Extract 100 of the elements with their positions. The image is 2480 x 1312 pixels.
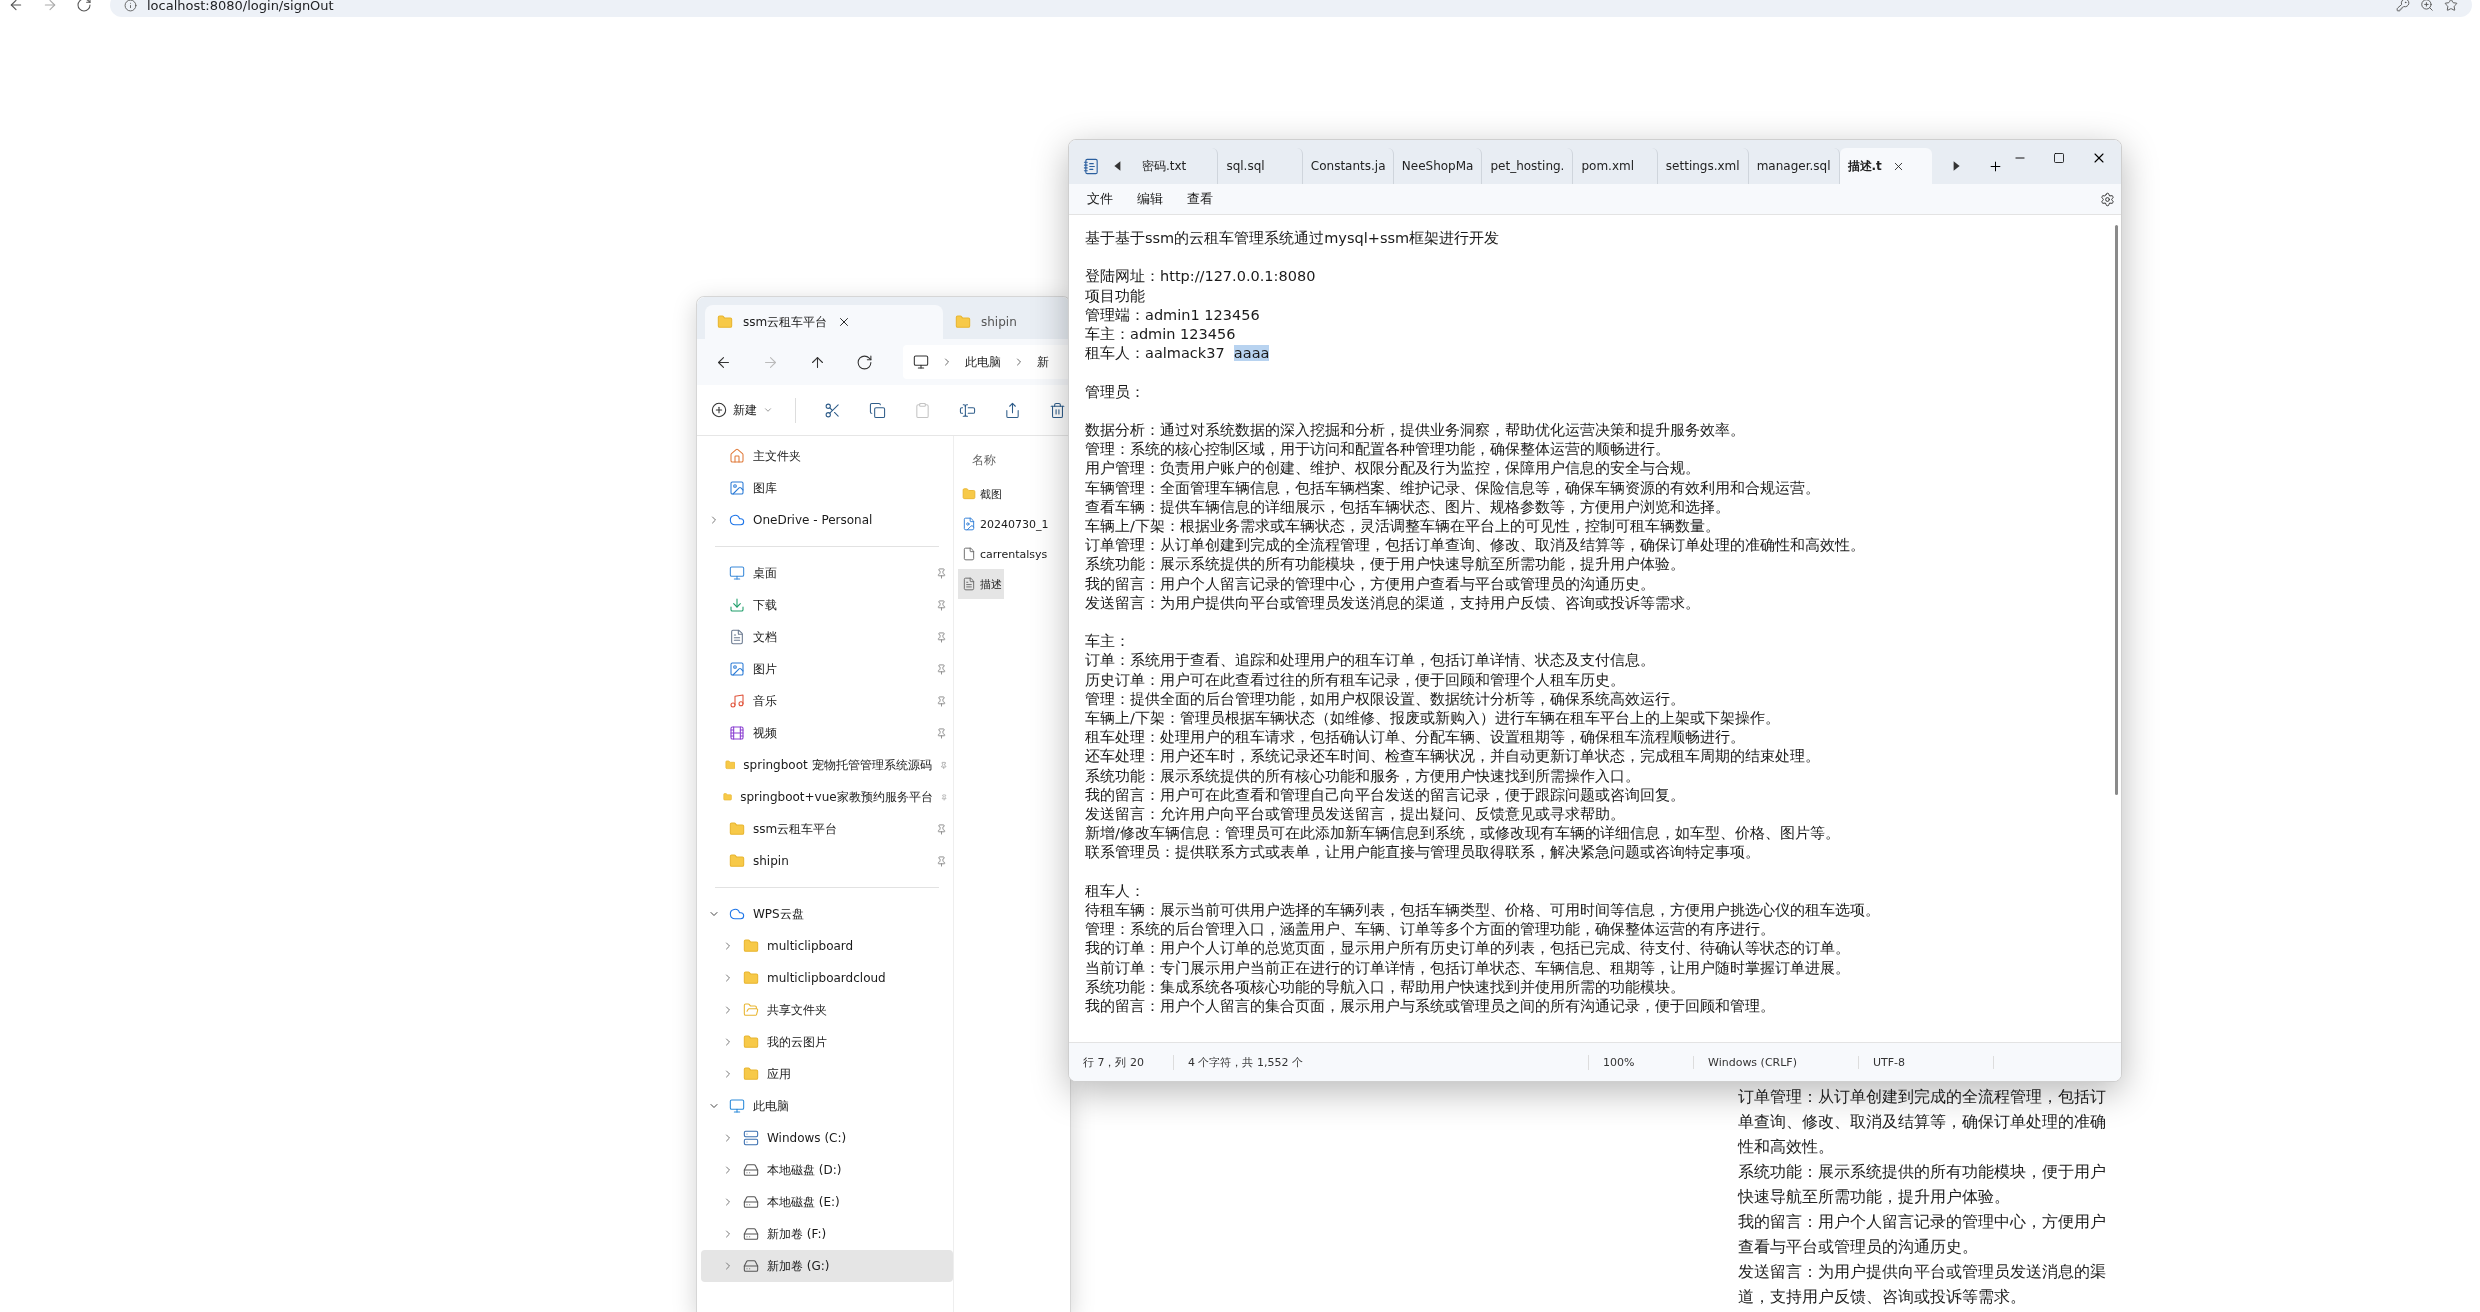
file-name: 截图 xyxy=(980,486,1002,502)
share-icon[interactable] xyxy=(1004,401,1021,419)
sidebar-label: 新加卷 (G:) xyxy=(767,1257,831,1275)
text-line: 车辆上/下架：根据业务需求或车辆状态，灵活调整车辆在平台上的可见性，控制可租车辆数量。 xyxy=(1085,517,1721,536)
sidebar-item[interactable]: 我的云图片 xyxy=(701,1026,953,1058)
reload-icon xyxy=(76,0,92,13)
folder-icon xyxy=(743,1034,759,1050)
menu-item[interactable]: 查看 xyxy=(1175,190,1225,208)
folder-icon xyxy=(729,853,745,869)
sidebar-item[interactable]: multiclipboardcloud xyxy=(701,962,953,994)
text-line: 历史订单：用户可在此查看过往的所有租车记录，便于回顾和管理个人租车历史。 xyxy=(1085,670,1626,690)
trash-icon[interactable] xyxy=(1049,401,1066,419)
file-icon xyxy=(962,547,976,561)
sidebar-item[interactable]: 本地磁盘 (E:) xyxy=(701,1186,953,1218)
folder-icon xyxy=(955,314,971,330)
drive-icon xyxy=(743,1226,759,1242)
notepad-icon xyxy=(1083,157,1100,175)
sidebar-label: 本地磁盘 (E:) xyxy=(767,1193,841,1211)
rename-icon[interactable] xyxy=(959,401,976,419)
plus-circle-icon xyxy=(711,402,727,418)
address-bar[interactable]: localhost:8080/login/signOut xyxy=(110,0,2472,17)
text-line: 基于基于ssm的云租车管理系统通过mysql+ssm框架进行开发 xyxy=(1085,229,1501,248)
text-line: 还车处理：用户还车时，系统记录还车时间、检查车辆状况，并自动更新订单状态，完成租车周期的结束处理。 xyxy=(1085,747,1821,767)
sidebar-item[interactable]: 下载 xyxy=(701,589,953,621)
tab-label: pom.xml xyxy=(1581,159,1635,173)
menu-item[interactable]: 编辑 xyxy=(1125,190,1175,208)
sidebar-item[interactable]: 音乐 xyxy=(701,685,953,717)
tab-label: sql.sql xyxy=(1226,159,1265,173)
sidebar-label: 图片 xyxy=(753,660,778,678)
sidebar-item[interactable]: OneDrive - Personal xyxy=(701,504,953,536)
file-tab[interactable]: 描述.t xyxy=(1839,148,1932,184)
sidebar-item[interactable]: 主文件夹 xyxy=(701,440,953,472)
text-line: 新增/修改车辆信息：管理员可在此添加新车辆信息到系统，或修改现有车辆的详细信息，如车型、价格、图片等。 xyxy=(1085,824,1841,844)
sidebar-item[interactable]: 桌面 xyxy=(701,557,953,589)
sidebar-item[interactable]: springboot+vue家教预约服务平台 xyxy=(701,781,953,813)
page-paragraph: 发送留言：为用户提供向平台或管理员发送消息的渠道，支持用户反馈、咨询或投诉等需求。 xyxy=(1738,1261,2107,1308)
maximize-icon xyxy=(2053,152,2065,164)
file-row[interactable]: carrentalsys xyxy=(958,539,1050,569)
file-row[interactable]: 20240730_1 xyxy=(958,509,1051,539)
sidebar-label: multiclipboardcloud xyxy=(767,971,887,985)
sidebar-item[interactable]: multiclipboard xyxy=(701,930,953,962)
sidebar-label: WPS云盘 xyxy=(753,905,805,923)
cut-icon[interactable] xyxy=(824,401,841,419)
explorer-tab[interactable]: ssm云租车平台 xyxy=(705,305,943,339)
text-line: 车辆管理：全面管理车辆信息，包括车辆档案、维护记录、保险信息等，确保车辆资源的有效利用和合规运营。 xyxy=(1085,478,1821,498)
menu-item[interactable]: 文件 xyxy=(1075,190,1125,208)
sidebar-item[interactable]: 本地磁盘 (D:) xyxy=(701,1154,953,1186)
sidebar-item[interactable]: 应用 xyxy=(701,1058,953,1090)
sidebar-label: 图库 xyxy=(753,479,778,497)
sidebar-item[interactable]: Windows (C:) xyxy=(701,1122,953,1154)
chevron-down-icon xyxy=(763,405,773,415)
sidebar-item[interactable]: shipin xyxy=(701,845,953,877)
sidebar-label: springboot 宠物托管管理系统源码 xyxy=(743,756,932,774)
sidebar-label: 主文件夹 xyxy=(753,447,802,465)
cloud-icon xyxy=(729,512,745,528)
text-line: 系统功能：展示系统提供的所有核心功能和服务，方便用户快速找到所需操作入口。 xyxy=(1085,766,1641,786)
tab-label: NeeShopMa xyxy=(1401,159,1474,173)
sidebar-label: ssm云租车平台 xyxy=(753,820,839,838)
breadcrumb-item[interactable]: 新 xyxy=(1037,353,1049,371)
sidebar-label: shipin xyxy=(753,854,790,868)
sidebar-item[interactable]: 新加卷 (G:) xyxy=(701,1250,953,1282)
image-icon xyxy=(729,480,745,496)
refresh-icon[interactable] xyxy=(856,353,873,371)
file-name: carrentalsys xyxy=(980,547,1048,561)
file-row[interactable]: 描述 xyxy=(958,569,1004,599)
tab-label: Constants.ja xyxy=(1310,159,1386,173)
text-line: 管理：系统的核心控制区域，用于访问和配置各种管理功能，确保整体运营的顺畅进行。 xyxy=(1085,440,1671,460)
scrollbar[interactable] xyxy=(2114,225,2118,795)
drive-icon xyxy=(743,1258,759,1274)
status-text: UTF-8 xyxy=(1859,1055,1994,1069)
sidebar-item[interactable]: 视频 xyxy=(701,717,953,749)
breadcrumb-item[interactable]: 此电脑 xyxy=(965,353,1001,371)
folder-icon xyxy=(729,821,745,837)
zoom-in-icon xyxy=(2420,0,2434,12)
sidebar-item[interactable]: 此电脑 xyxy=(701,1090,953,1122)
settings-icon xyxy=(2100,191,2115,207)
sidebar-item[interactable]: 文档 xyxy=(701,621,953,653)
explorer-tab[interactable]: shipin xyxy=(943,305,1029,339)
text-line: 查看车辆：提供车辆信息的详细展示，包括车辆状态、图片、规格参数等，方便用户浏览和选择。 xyxy=(1085,497,1731,517)
sidebar-item[interactable]: 共享文件夹 xyxy=(701,994,953,1026)
sidebar-item[interactable]: springboot 宠物托管管理系统源码 xyxy=(701,749,953,781)
text-line: 我的留言：用户可在此查看和管理自己向平台发送的留言记录，便于跟踪问题或咨询回复。 xyxy=(1085,785,1686,805)
text-line: 车主： xyxy=(1085,632,1131,652)
tab-label: shipin xyxy=(981,315,1017,329)
sidebar-item[interactable]: 图片 xyxy=(701,653,953,685)
star-icon xyxy=(2444,0,2458,12)
copy-icon[interactable] xyxy=(869,401,886,419)
file-row[interactable]: 截图 xyxy=(958,479,1004,509)
text-line: 管理：提供全面的后台管理功能，如用户权限设置、数据统计分析等，确保系统高效运行。 xyxy=(1085,689,1686,709)
sidebar-item[interactable]: ssm云租车平台 xyxy=(701,813,953,845)
new-button[interactable]: 新建 xyxy=(707,397,796,423)
column-header[interactable]: 名称 xyxy=(958,442,996,479)
url-text: localhost:8080/login/signOut xyxy=(147,0,334,13)
address-bar[interactable]: 此电脑 新 xyxy=(903,345,1070,379)
text-line: 租车处理：处理用户的租车请求，包括确认订单、分配车辆、设置租期等，确保租车流程顺畅进行。 xyxy=(1085,728,1746,748)
sidebar-item[interactable]: 新加卷 (F:) xyxy=(701,1218,953,1250)
sidebar-item[interactable]: WPS云盘 xyxy=(701,898,953,930)
text-line: 系统功能：展示系统提供的所有功能模块，便于用户快速导航至所需功能，提升用户体验。 xyxy=(1085,555,1686,575)
sidebar-item[interactable]: 图库 xyxy=(701,472,953,504)
film-icon xyxy=(729,725,745,741)
